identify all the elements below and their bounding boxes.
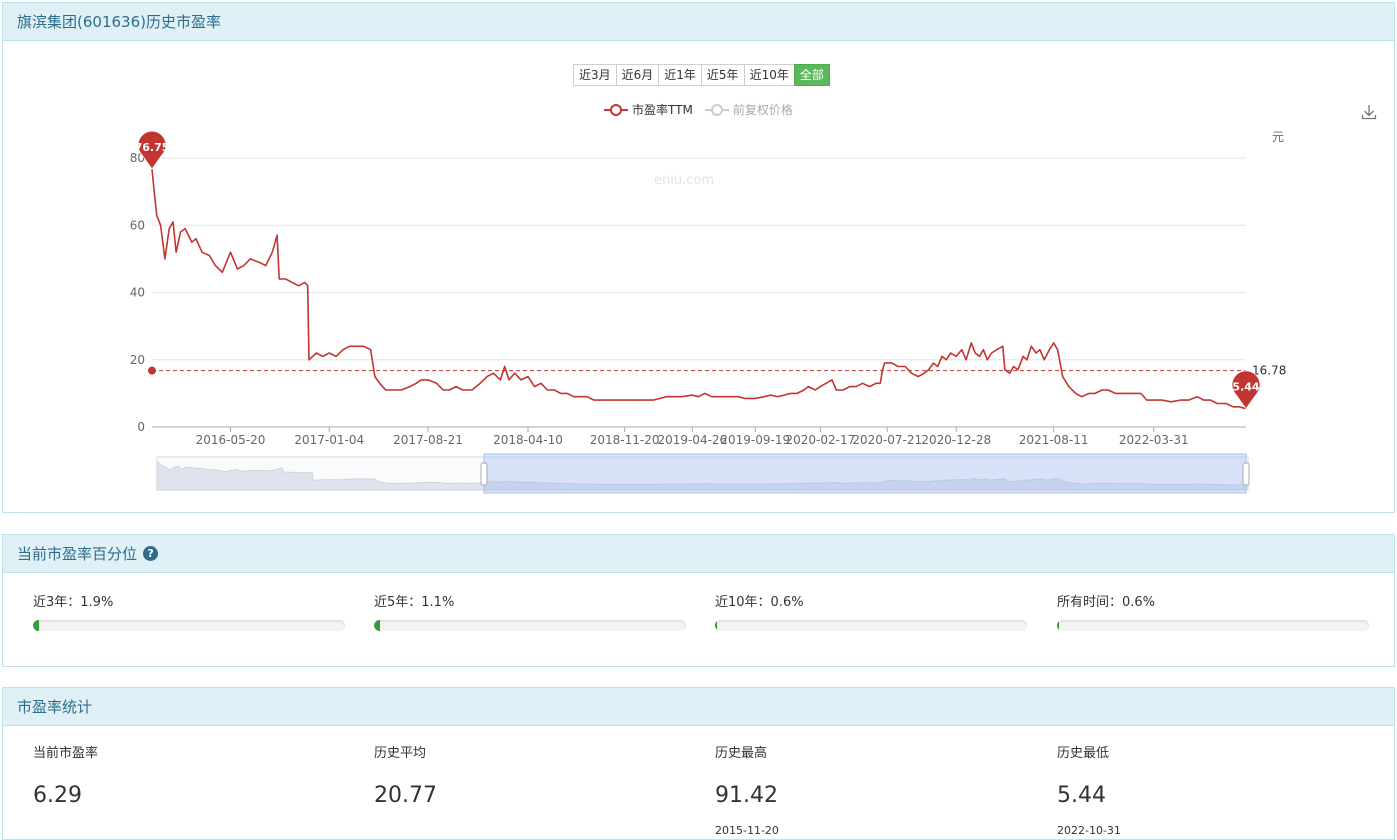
percentile-item: 所有时间：0.6% [1057,591,1369,631]
x-tick-label: 2022-03-31 [1119,433,1189,447]
x-tick-label: 2019-04-26 [657,433,727,447]
x-tick-label: 2020-02-17 [786,433,856,447]
value-pin-label: 76.75 [135,141,170,154]
y-tick-label: 20 [130,353,145,367]
panel-header: 市盈率统计 [3,688,1394,726]
stat-date: 2015-11-20 [715,824,779,837]
percentile-bar-fill [33,620,39,631]
zoom-right-handle[interactable] [1242,462,1250,486]
pe-series-line [151,168,1247,410]
stat-lowest-pe: 历史最低 5.44 2022-10-31 [1057,742,1357,837]
x-tick-label: 2021-08-11 [1019,433,1089,447]
percentile-item: 近3年：1.9% [33,591,345,631]
stat-average-pe: 历史平均 20.77 [374,742,674,808]
average-line-start-dot [148,366,156,375]
stat-current-pe: 当前市盈率 6.29 [33,742,333,808]
stat-label: 历史平均 [374,746,427,761]
percentile-item: 近5年：1.1% [374,591,686,631]
y-tick-label: 60 [130,218,145,232]
x-tick-label: 2017-01-04 [294,433,364,447]
value-pin-label: 5.44 [1232,381,1259,394]
stat-value: 6.29 [33,783,82,808]
percentile-bar [374,620,686,631]
zoom-left-handle[interactable] [480,462,488,486]
percentile-bar [715,620,1027,631]
x-tick-label: 2018-04-10 [493,433,563,447]
percentile-label: 近3年：1.9% [33,595,114,610]
percentile-title: 当前市盈率百分位 [17,545,138,563]
question-circle-icon[interactable]: ? [143,546,159,561]
stat-value: 20.77 [374,783,437,808]
percentile-bar-fill [374,620,381,631]
x-tick-label: 2018-11-20 [590,433,660,447]
percentile-label: 所有时间：0.6% [1057,595,1156,610]
x-tick-label: 2016-05-20 [196,433,266,447]
stat-label: 历史最高 [715,746,768,761]
stat-date: 2022-10-31 [1057,824,1121,837]
x-tick-label: 2019-09-19 [720,433,790,447]
stats-title: 市盈率统计 [17,698,93,716]
percentile-item: 近10年：0.6% [715,591,1027,631]
stats-panel: 市盈率统计 当前市盈率 6.29 历史平均 20.77 历史最高 91.42 2… [2,687,1395,840]
watermark: eniu.com [654,173,714,188]
stat-label: 当前市盈率 [33,746,99,761]
stat-highest-pe: 历史最高 91.42 2015-11-20 [715,742,1015,837]
panel-header: 当前市盈率百分位 ? [3,535,1394,573]
stat-label: 历史最低 [1057,746,1110,761]
stat-value: 5.44 [1057,783,1106,808]
percentile-bar-fill [1057,620,1060,631]
zoom-selected-window[interactable] [483,453,1247,494]
x-tick-label: 2017-08-21 [393,433,463,447]
percentile-panel: 当前市盈率百分位 ? 近3年：1.9% 近5年：1.1% 近10年：0.6% 所… [2,534,1395,667]
pe-line-chart: 0204060802016-05-20 2017-01-04 2017-08-21 2… [130,130,1286,494]
percentile-label: 近5年：1.1% [374,595,455,610]
y-tick-label: 40 [130,286,145,300]
y-tick-label: 0 [137,420,145,434]
stat-value: 91.42 [715,783,778,808]
x-tick-label: 2020-07-21 [852,433,922,447]
percentile-label: 近10年：0.6% [715,595,804,610]
x-tick-label: 2020-12-28 [921,433,991,447]
percentile-bar [33,620,345,631]
percentile-bar-fill [715,620,718,631]
percentile-bar [1057,620,1369,631]
average-line-label: 16.78 [1252,364,1286,378]
